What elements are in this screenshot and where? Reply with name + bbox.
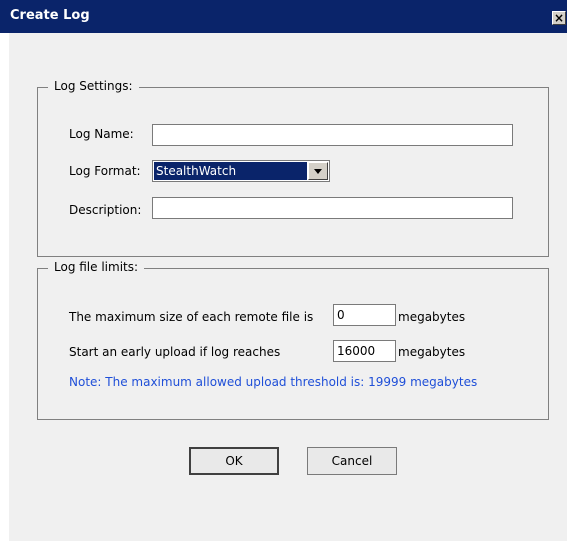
- log-limits-legend: Log file limits:: [48, 260, 145, 274]
- log-limits-group: Log file limits:: [37, 260, 549, 420]
- log-format-dropdown-button[interactable]: [308, 162, 328, 180]
- max-size-label: The maximum size of each remote file is: [69, 310, 314, 324]
- log-name-input[interactable]: [152, 124, 513, 146]
- upload-threshold-note: Note: The maximum allowed upload thresho…: [69, 375, 478, 389]
- log-settings-legend: Log Settings:: [48, 79, 139, 93]
- chevron-down-icon: [314, 168, 322, 174]
- close-icon: ×: [553, 11, 565, 25]
- title-bar: Create Log ×: [0, 0, 567, 33]
- log-format-label: Log Format:: [69, 164, 141, 178]
- description-input[interactable]: [152, 197, 513, 219]
- description-label: Description:: [69, 203, 142, 217]
- max-size-input[interactable]: [333, 304, 396, 326]
- early-upload-input[interactable]: [333, 340, 396, 362]
- dialog-body: Log Settings: Log Name: Log Format: Stea…: [9, 33, 567, 541]
- log-format-value: StealthWatch: [154, 162, 307, 180]
- window-left-edge: [0, 33, 9, 541]
- cancel-button[interactable]: Cancel: [307, 447, 397, 475]
- early-upload-unit: megabytes: [398, 345, 466, 359]
- ok-button[interactable]: OK: [189, 447, 279, 475]
- log-name-label: Log Name:: [69, 127, 134, 141]
- max-size-unit: megabytes: [398, 310, 466, 324]
- close-button[interactable]: ×: [552, 11, 566, 25]
- log-format-select[interactable]: StealthWatch: [152, 160, 330, 182]
- window-title: Create Log: [10, 8, 90, 23]
- early-upload-label: Start an early upload if log reaches: [69, 345, 281, 359]
